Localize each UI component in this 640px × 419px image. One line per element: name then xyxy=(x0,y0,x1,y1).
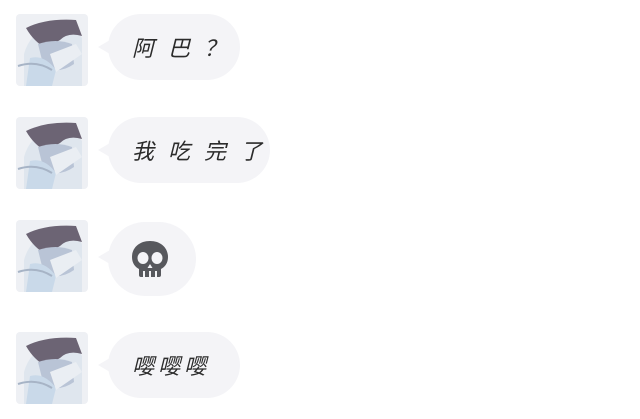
message-text: 嘤嘤嘤 xyxy=(132,355,211,380)
message-row: 嘤嘤嘤 xyxy=(0,332,640,412)
message-row: 阿巴？ xyxy=(0,14,640,94)
message-bubble[interactable]: 阿巴？ xyxy=(108,14,240,80)
message-bubble[interactable]: 嘤嘤嘤 xyxy=(108,332,240,398)
avatar[interactable] xyxy=(16,117,88,189)
message-row: 我吃完了 xyxy=(0,117,640,197)
avatar[interactable] xyxy=(16,220,88,292)
avatar[interactable] xyxy=(16,14,88,86)
avatar[interactable] xyxy=(16,332,88,404)
message-text: 我吃完了 xyxy=(132,140,277,165)
message-row xyxy=(0,220,640,300)
message-text: 阿巴？ xyxy=(132,37,241,62)
message-bubble[interactable]: 我吃完了 xyxy=(108,117,270,183)
message-bubble[interactable] xyxy=(108,222,196,296)
skull-icon xyxy=(130,239,170,279)
